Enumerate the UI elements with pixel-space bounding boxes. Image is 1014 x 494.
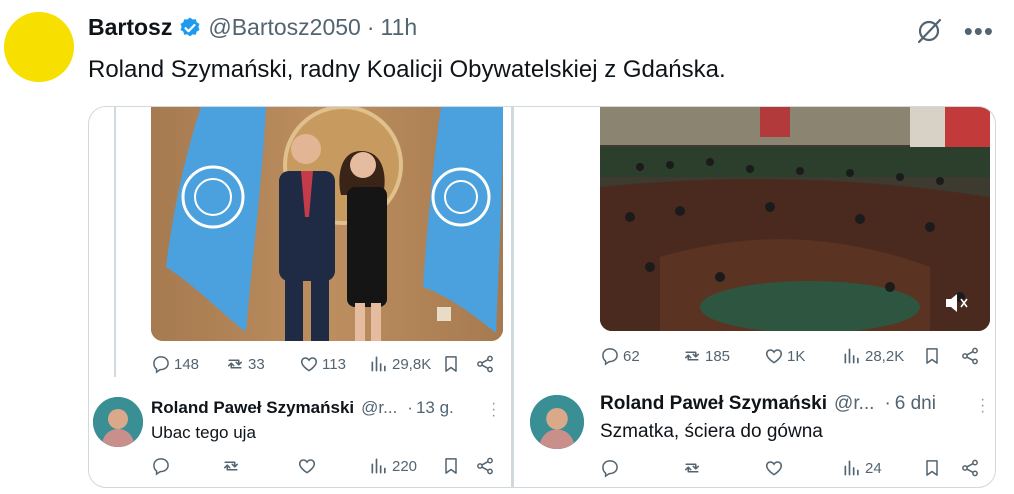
reply-timestamp[interactable]: 6 dni	[895, 393, 936, 415]
reply-author-name[interactable]: Roland Paweł Szymański	[600, 393, 827, 415]
views-button[interactable]: 220	[369, 456, 417, 476]
views-button[interactable]: 24	[842, 458, 882, 478]
bookmark-button[interactable]	[441, 354, 461, 374]
heart-icon	[297, 456, 317, 476]
repost-icon	[682, 458, 702, 478]
share-button[interactable]	[960, 346, 980, 366]
reply-more-icon[interactable]: · · ·	[491, 396, 496, 424]
author-handle[interactable]: @Bartosz2050	[208, 14, 361, 41]
views-count: 29,8K	[392, 355, 432, 373]
share-button[interactable]	[960, 458, 980, 478]
views-button[interactable]: 28,2K	[842, 346, 904, 366]
thread-line	[114, 107, 116, 377]
bookmark-button[interactable]	[922, 458, 942, 478]
bookmark-button[interactable]	[441, 456, 461, 476]
repost-count: 185	[705, 347, 731, 365]
reply-action-bar: 24	[600, 457, 990, 479]
reply-timestamp[interactable]: 13 g.	[416, 398, 454, 418]
reply-icon	[600, 346, 620, 366]
reply-author-name[interactable]: Roland Paweł Szymański	[151, 398, 354, 418]
bookmark-icon	[922, 346, 942, 366]
bookmark-icon	[441, 456, 461, 476]
share-button[interactable]	[475, 354, 495, 374]
tweet-header: Bartosz @Bartosz2050 · 11h	[88, 14, 417, 41]
views-count: 220	[392, 457, 418, 475]
like-count: 1K	[787, 347, 806, 365]
tweet-action-bar: 62 185 1K 28,2K	[600, 345, 990, 367]
embedded-screenshot-left: 148 33 113 29,8K Roland Paweł Szymański …	[89, 107, 511, 487]
reply-button[interactable]	[600, 458, 620, 478]
video-parliament[interactable]	[600, 107, 990, 331]
reply-icon	[151, 354, 171, 374]
author-avatar[interactable]	[4, 12, 74, 82]
like-button[interactable]	[764, 458, 784, 478]
heart-icon	[764, 458, 784, 478]
heart-icon	[299, 354, 319, 374]
views-icon	[369, 456, 389, 476]
tweet-text: Roland Szymański, radny Koalicji Obywate…	[88, 56, 726, 83]
views-icon	[369, 354, 389, 374]
views-icon	[842, 458, 862, 478]
reply-icon	[151, 456, 171, 476]
reply-text: Szmatka, ściera do gówna	[600, 421, 823, 442]
share-icon	[960, 458, 980, 478]
share-icon	[475, 456, 495, 476]
tweet-media[interactable]: 148 33 113 29,8K Roland Paweł Szymański …	[88, 106, 996, 488]
reply-avatar[interactable]	[530, 395, 584, 449]
like-button[interactable]	[297, 456, 317, 476]
reply-icon	[600, 458, 620, 478]
repost-button[interactable]: 185	[682, 346, 730, 366]
avatar-illustration	[530, 395, 584, 449]
repost-icon	[221, 456, 241, 476]
avatar-illustration	[93, 397, 143, 447]
reply-avatar[interactable]	[93, 397, 143, 447]
views-count: 24	[865, 459, 882, 477]
repost-button[interactable]	[682, 458, 702, 478]
share-icon	[475, 354, 495, 374]
reply-separator: ·	[407, 398, 413, 417]
repost-button[interactable]	[221, 456, 241, 476]
reply-header: Roland Paweł Szymański @r... · 6 dni	[600, 393, 936, 415]
repost-count: 33	[248, 355, 265, 373]
like-button[interactable]: 113	[299, 354, 346, 374]
grok-icon[interactable]	[914, 16, 944, 46]
heart-icon	[764, 346, 784, 366]
like-count: 113	[322, 355, 346, 373]
more-options-icon[interactable]: •••	[964, 18, 994, 44]
video-illustration	[600, 107, 990, 331]
bookmark-button[interactable]	[922, 346, 942, 366]
bookmark-icon	[922, 458, 942, 478]
tweet-top-actions: •••	[914, 16, 994, 46]
reply-button[interactable]	[151, 456, 171, 476]
tweet-timestamp[interactable]: 11h	[381, 14, 418, 41]
share-button[interactable]	[475, 456, 495, 476]
reply-author-handle[interactable]: @r...	[834, 393, 874, 415]
photo-un-meeting[interactable]	[151, 107, 503, 341]
bookmark-icon	[441, 354, 461, 374]
reply-action-bar: 220	[151, 455, 503, 477]
reply-more-icon[interactable]: · · ·	[980, 392, 985, 420]
tweet-action-bar: 148 33 113 29,8K	[151, 353, 503, 375]
share-icon	[960, 346, 980, 366]
verified-badge-icon	[180, 17, 200, 36]
author-name[interactable]: Bartosz	[88, 14, 172, 41]
embedded-screenshot-right: 62 185 1K 28,2K Roland Paweł Szymański @…	[514, 107, 995, 487]
reply-header: Roland Paweł Szymański @r... · 13 g.	[151, 398, 454, 418]
views-icon	[842, 346, 862, 366]
reply-button[interactable]: 148	[151, 354, 199, 374]
reply-text: Ubac tego uja	[151, 423, 256, 442]
reply-count: 148	[174, 355, 200, 373]
repost-icon	[682, 346, 702, 366]
reply-author-handle[interactable]: @r...	[361, 398, 397, 418]
reply-separator: ·	[884, 393, 891, 414]
reply-count: 62	[623, 347, 640, 365]
photo-illustration	[151, 107, 503, 341]
repost-icon	[225, 354, 245, 374]
reply-button[interactable]: 62	[600, 346, 640, 366]
like-button[interactable]: 1K	[764, 346, 805, 366]
views-count: 28,2K	[865, 347, 905, 365]
header-separator: ·	[366, 14, 375, 40]
views-button[interactable]: 29,8K	[369, 354, 431, 374]
repost-button[interactable]: 33	[225, 354, 265, 374]
